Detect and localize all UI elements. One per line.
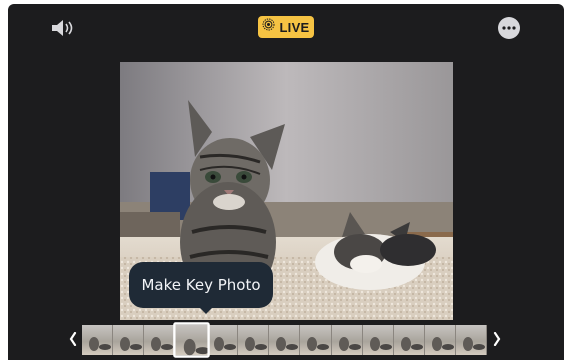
speaker-icon[interactable] [50, 18, 78, 38]
filmstrip-thumbnail [276, 337, 299, 351]
filmstrip-frame[interactable] [393, 325, 426, 355]
filmstrip-thumbnail [307, 337, 330, 351]
make-key-photo-tooltip[interactable]: Make Key Photo [129, 262, 273, 308]
filmstrip-thumbnail [463, 337, 486, 351]
filmstrip-frame-selected[interactable] [172, 322, 210, 358]
filmstrip-thumbnail [89, 337, 111, 351]
chevron-right-icon[interactable] [490, 326, 504, 352]
filmstrip-thumbnail [213, 337, 236, 351]
filmstrip-frame[interactable] [237, 325, 270, 355]
filmstrip-frame[interactable] [206, 325, 238, 355]
filmstrip-thumbnail [244, 337, 267, 351]
filmstrip-frame[interactable] [425, 325, 457, 355]
filmstrip-frame[interactable] [113, 325, 145, 355]
filmstrip-thumbnail [338, 337, 361, 351]
filmstrip-thumbnail [369, 337, 392, 351]
filmstrip-frame[interactable] [269, 325, 301, 355]
more-icon[interactable] [498, 17, 520, 39]
filmstrip-frame[interactable] [456, 325, 488, 355]
photo-viewer: LIVE Make Key Photo [8, 4, 564, 360]
filmstrip[interactable] [82, 322, 488, 358]
filmstrip-frame[interactable] [300, 325, 332, 355]
filmstrip-thumbnail [400, 337, 423, 351]
live-label: LIVE [279, 19, 310, 35]
live-photo-icon [262, 18, 275, 36]
tooltip-arrow [198, 306, 214, 314]
make-key-photo-label: Make Key Photo [141, 276, 261, 294]
filmstrip-thumbnail [120, 337, 143, 351]
filmstrip-thumbnail [183, 338, 208, 356]
filmstrip-thumbnail [151, 337, 174, 351]
filmstrip-thumbnail [432, 337, 455, 351]
filmstrip-frame[interactable] [144, 325, 176, 355]
chevron-left-icon[interactable] [66, 326, 80, 352]
filmstrip-frame[interactable] [331, 325, 363, 355]
live-button[interactable]: LIVE [258, 16, 314, 38]
filmstrip-frame[interactable] [362, 325, 394, 355]
filmstrip-frame[interactable] [82, 325, 114, 355]
